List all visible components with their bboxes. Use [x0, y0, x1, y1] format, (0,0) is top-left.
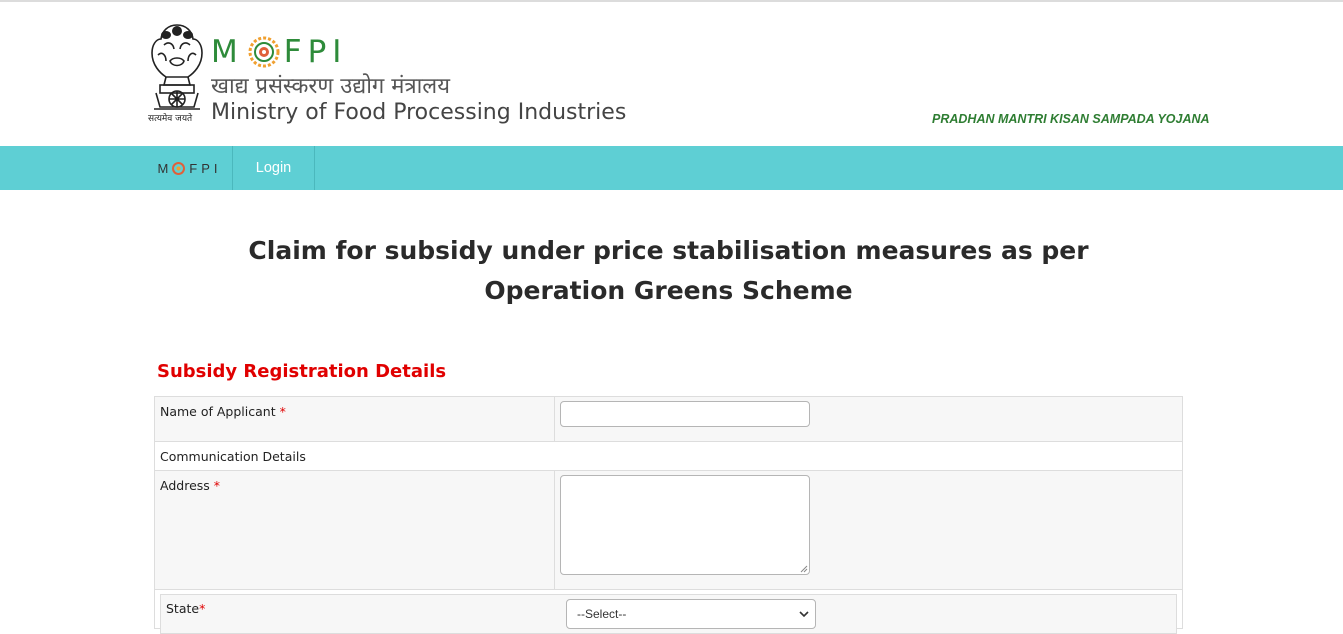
- registration-form: Name of Applicant * Communication Detail…: [154, 396, 1183, 634]
- required-marker: *: [213, 478, 221, 493]
- form-row-name: Name of Applicant *: [155, 397, 1182, 442]
- logo-letter-i: I: [332, 34, 348, 70]
- chevron-down-icon: [799, 611, 809, 618]
- form-row-address: Address *: [155, 471, 1182, 590]
- site-header: सत्यमेव जयते M F P I खाद्य प्रसंस्करण उद…: [0, 2, 1343, 146]
- address-label: Address: [160, 478, 210, 493]
- logo-letter-p: P: [307, 34, 333, 70]
- main-navbar: M F P I Login: [0, 146, 1343, 190]
- address-label-cell: Address *: [155, 471, 555, 589]
- nav-brand-letter-p: P: [201, 160, 214, 176]
- logo-letter-m: M: [211, 34, 244, 70]
- nav-brand-letter-i: I: [213, 160, 222, 176]
- applicant-name-input[interactable]: [560, 401, 810, 427]
- nav-brand-letter-m: M: [157, 160, 173, 176]
- form-row-communication: Communication Details: [155, 442, 1182, 471]
- required-marker: *: [199, 601, 206, 616]
- ministry-name-hindi: खाद्य प्रसंस्करण उद्योग मंत्रालय: [211, 74, 450, 99]
- form-row-state: State* --Select--: [155, 590, 1182, 634]
- mofpi-logo: M F P I: [211, 32, 347, 72]
- state-select[interactable]: --Select--: [566, 599, 816, 629]
- logo-o-emblem-icon: [248, 36, 280, 68]
- communication-details-label: Communication Details: [160, 449, 306, 464]
- nav-brand-logo-icon: [172, 161, 186, 175]
- ministry-name: Ministry of Food Processing Industries: [211, 100, 627, 125]
- scheme-tagline: PRADHAN MANTRI KISAN SAMPADA YOJANA: [932, 112, 1210, 126]
- state-inner-panel: State* --Select--: [160, 594, 1177, 634]
- address-textarea[interactable]: [560, 475, 810, 575]
- nav-brand-link[interactable]: M F P I: [147, 146, 233, 190]
- page-title: Claim for subsidy under price stabilisat…: [248, 236, 1089, 305]
- state-select-value: --Select--: [577, 607, 627, 621]
- login-link[interactable]: Login: [233, 146, 315, 190]
- name-label: Name of Applicant: [160, 404, 276, 419]
- state-label-wrap: State*: [166, 601, 205, 616]
- name-label-cell: Name of Applicant *: [155, 397, 555, 441]
- state-label: State: [166, 601, 200, 616]
- logo-letter-f: F: [283, 34, 308, 70]
- section-heading: Subsidy Registration Details: [157, 361, 447, 382]
- emblem-caption: सत्यमेव जयते: [148, 114, 193, 124]
- resize-grip-icon[interactable]: [800, 565, 808, 573]
- required-marker: *: [279, 404, 286, 419]
- nav-brand-letter-f: F: [189, 160, 202, 176]
